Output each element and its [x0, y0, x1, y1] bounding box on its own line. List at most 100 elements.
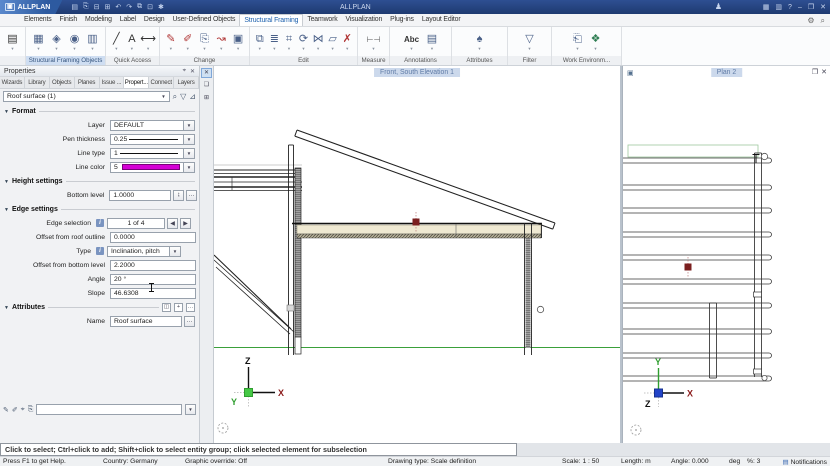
- status-angle[interactable]: Angle: 0.000: [671, 458, 709, 465]
- paste-icon[interactable]: ⊡: [147, 3, 153, 11]
- status-notifications[interactable]: ▤ Notifications: [783, 458, 827, 466]
- status-scale[interactable]: Scale: 1 : 50: [562, 458, 599, 465]
- line-type-select[interactable]: 1: [110, 148, 184, 159]
- stretch-icon[interactable]: ▱▼: [326, 32, 340, 51]
- rotate-icon[interactable]: ⟳▼: [297, 32, 311, 51]
- view-close-button[interactable]: ✕: [201, 68, 212, 78]
- work-environment-icon[interactable]: ❖▼: [587, 32, 604, 51]
- align-icon[interactable]: ⌗▼: [282, 32, 296, 51]
- viewport-title[interactable]: Front, South Elevation 1: [374, 68, 460, 77]
- text-icon[interactable]: A▼: [125, 32, 140, 51]
- tab-structural-framing[interactable]: Structural Framing: [239, 14, 303, 26]
- tab-visualization[interactable]: Visualization: [342, 14, 387, 26]
- steel-framing-icon[interactable]: ▦▼: [30, 32, 47, 51]
- distribute-icon[interactable]: ≣▼: [268, 32, 282, 51]
- viewport-menu-icon[interactable]: ▣: [627, 69, 634, 77]
- import-icon[interactable]: ⎗▼: [569, 32, 586, 51]
- viewport-elevation[interactable]: Front, South Elevation 1: [214, 66, 620, 443]
- palette-launcher-icon[interactable]: ▤▼: [4, 32, 21, 51]
- tab-design[interactable]: Design: [140, 14, 169, 26]
- viewport-maximize-icon[interactable]: ❐: [812, 68, 818, 76]
- delete-icon[interactable]: ✗▼: [340, 32, 354, 51]
- mirror-icon[interactable]: ⋈▼: [311, 32, 325, 51]
- close-button[interactable]: ✕: [820, 3, 826, 11]
- selected-point-marker[interactable]: [685, 264, 692, 271]
- screen-icon[interactable]: ▦: [763, 3, 770, 11]
- status-length-unit[interactable]: Length: m: [621, 458, 651, 465]
- section-attributes[interactable]: ▼Attributes ◫ + …: [0, 301, 199, 314]
- shop-cart-icon[interactable]: ▥: [775, 3, 782, 11]
- tab-elements[interactable]: Elements: [20, 14, 56, 26]
- tab-label[interactable]: Label: [116, 14, 140, 26]
- layer-dropdown-button[interactable]: ▼: [184, 120, 195, 131]
- tab-properties[interactable]: Propert...: [124, 77, 149, 88]
- copy-icon[interactable]: ⧉: [137, 3, 142, 11]
- search-icon[interactable]: ⌕: [173, 92, 177, 101]
- attributes-grid-button[interactable]: ◫: [162, 303, 171, 312]
- gear-icon[interactable]: ⚙: [807, 16, 814, 25]
- handle-point[interactable]: [537, 306, 543, 312]
- pin-icon[interactable]: ⌖: [183, 68, 186, 75]
- name-input[interactable]: Roof surface: [110, 316, 182, 327]
- tab-issue[interactable]: Issue ...: [100, 77, 125, 88]
- level-pick-icon[interactable]: ↨: [173, 190, 184, 201]
- handle-point[interactable]: [762, 375, 767, 380]
- legend-icon[interactable]: ▤▼: [424, 32, 441, 51]
- roof-framing-icon[interactable]: ◈▼: [48, 32, 65, 51]
- minimize-button[interactable]: –: [798, 4, 802, 11]
- match-element-icon[interactable]: ✐: [12, 406, 18, 414]
- print-icon[interactable]: ⊞: [104, 3, 110, 11]
- filter-funnel-icon[interactable]: ▽▼: [521, 32, 538, 51]
- apply-icon[interactable]: ⎘: [28, 406, 34, 414]
- tab-layers[interactable]: Layers: [174, 77, 199, 88]
- restore-button[interactable]: ❐: [808, 3, 814, 11]
- filter-icon[interactable]: ▽: [180, 92, 186, 101]
- section-height-settings[interactable]: ▼Height settings: [0, 175, 199, 188]
- pen-thickness-select[interactable]: 0.25: [110, 134, 184, 145]
- match-properties-icon[interactable]: ✐▼: [180, 32, 196, 51]
- draw-line-icon[interactable]: ╱▼: [109, 32, 124, 51]
- tab-library[interactable]: Library: [25, 77, 50, 88]
- truss-icon[interactable]: ◉▼: [66, 32, 83, 51]
- edge-selection-input[interactable]: 1 of 4: [107, 218, 165, 229]
- pen-dropdown-button[interactable]: ▼: [184, 134, 195, 145]
- bottom-level-more-button[interactable]: …: [186, 190, 197, 201]
- status-percent[interactable]: %: 3: [747, 458, 760, 465]
- attributes-tag-icon[interactable]: ♠▼: [471, 32, 488, 51]
- edit-pen-icon[interactable]: ✎▼: [163, 32, 179, 51]
- modify-beam-icon[interactable]: ▣▼: [230, 32, 246, 51]
- tab-user-defined-objects[interactable]: User-Defined Objects: [168, 14, 239, 26]
- edge-next-button[interactable]: ▶: [180, 218, 191, 229]
- tab-layout-editor[interactable]: Layout Editor: [418, 14, 465, 26]
- viewport-title[interactable]: Plan 2: [711, 68, 743, 77]
- search-icon[interactable]: ⌕: [821, 16, 825, 25]
- attributes-add-button[interactable]: +: [174, 303, 183, 312]
- status-graphic-override[interactable]: Graphic override: Off: [185, 458, 247, 465]
- tab-connect[interactable]: Connect: [149, 77, 174, 88]
- offset-roof-input[interactable]: 0.0000: [110, 232, 196, 243]
- tab-modeling[interactable]: Modeling: [81, 14, 116, 26]
- section-edge-settings[interactable]: ▼Edge settings: [0, 203, 199, 216]
- undo-icon[interactable]: ↶: [115, 3, 121, 11]
- status-drawing-type[interactable]: Drawing type: Scale definition: [388, 458, 476, 465]
- quick-filter-dropdown[interactable]: ▼: [185, 404, 196, 415]
- elevation-drawing[interactable]: Z X Y: [214, 66, 620, 443]
- view-float-button[interactable]: ❏: [201, 81, 212, 91]
- quick-filter-input[interactable]: [36, 404, 182, 415]
- name-more-button[interactable]: …: [184, 316, 195, 327]
- modify-curve-icon[interactable]: ↝▼: [213, 32, 229, 51]
- layer-select[interactable]: DEFAULT: [110, 120, 184, 131]
- tab-wizards[interactable]: Wizards: [0, 77, 25, 88]
- expand-icon[interactable]: ⊿: [189, 92, 196, 101]
- pick-point-icon[interactable]: ⌖: [21, 406, 25, 414]
- status-country[interactable]: Country: Germany: [103, 458, 158, 465]
- object-selector[interactable]: Roof surface (1) ▼: [3, 91, 170, 102]
- line-type-dropdown-button[interactable]: ▼: [184, 148, 195, 159]
- help-icon[interactable]: ?: [788, 4, 792, 11]
- status-angle-unit[interactable]: deg: [729, 458, 740, 465]
- bottom-level-input[interactable]: 1.0000: [109, 190, 171, 201]
- open-icon[interactable]: ⎘: [83, 3, 89, 11]
- close-palette-icon[interactable]: ✕: [190, 68, 195, 75]
- measure-icon[interactable]: ⊢⊣▼: [362, 32, 386, 51]
- save-icon[interactable]: ⊟: [94, 3, 100, 11]
